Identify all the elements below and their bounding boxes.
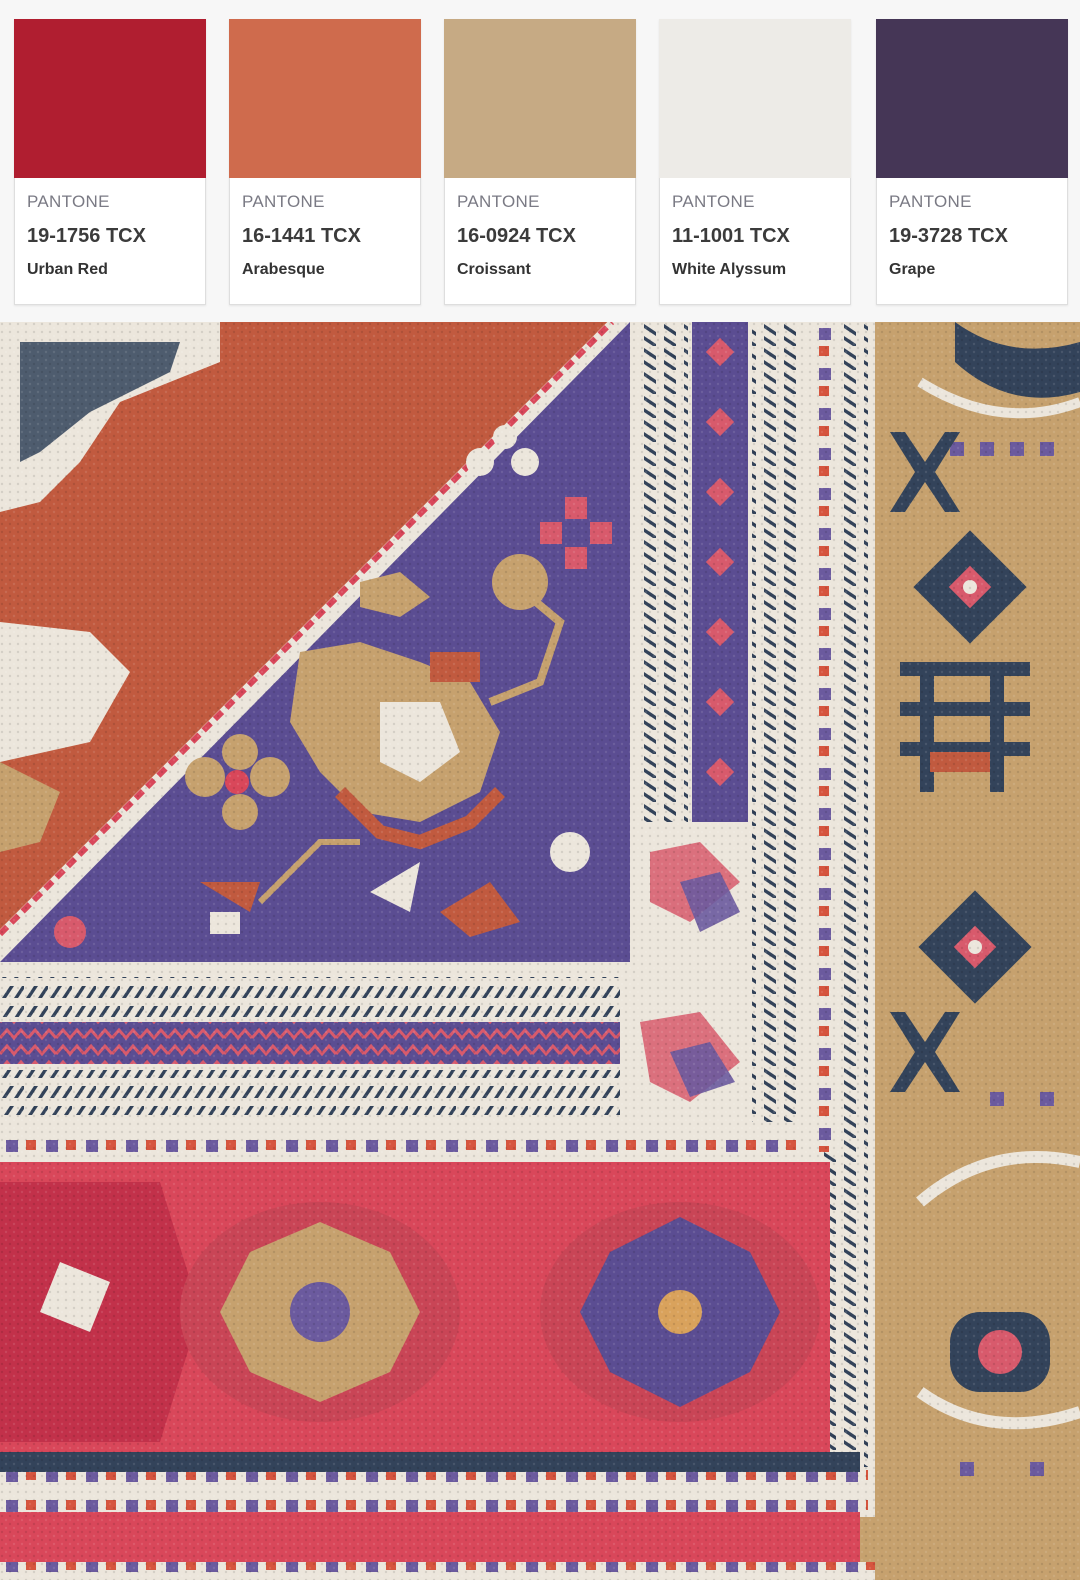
color-chip xyxy=(659,19,851,178)
swatch-name: Grape xyxy=(889,261,936,278)
swatch-brand: PANTONE xyxy=(672,192,755,211)
swatch-name: Arabesque xyxy=(242,261,325,278)
palette-page: PANTONE 19-1756 TCX Urban Red PANTONE 16… xyxy=(0,0,1080,1580)
color-chip xyxy=(14,19,206,178)
swatch-card-white-alyssum[interactable]: PANTONE 11-1001 TCX White Alyssum xyxy=(659,19,851,305)
swatch-row: PANTONE 19-1756 TCX Urban Red PANTONE 16… xyxy=(14,19,1068,305)
swatch-name: Urban Red xyxy=(27,261,108,278)
swatch-name: Croissant xyxy=(457,261,531,278)
swatch-card-croissant[interactable]: PANTONE 16-0924 TCX Croissant xyxy=(444,19,636,305)
swatch-brand: PANTONE xyxy=(27,192,110,211)
color-chip xyxy=(444,19,636,178)
rug-photo xyxy=(0,322,1080,1580)
swatch-card-urban-red[interactable]: PANTONE 19-1756 TCX Urban Red xyxy=(14,19,206,305)
swatch-code: 19-1756 TCX xyxy=(27,225,146,247)
color-chip xyxy=(229,19,421,178)
swatch-brand: PANTONE xyxy=(889,192,972,211)
swatch-code: 11-1001 TCX xyxy=(672,225,790,247)
swatch-brand: PANTONE xyxy=(242,192,325,211)
rug-photo-illustration xyxy=(0,322,1080,1580)
swatch-card-grape[interactable]: PANTONE 19-3728 TCX Grape xyxy=(876,19,1068,305)
swatch-brand: PANTONE xyxy=(457,192,540,211)
swatch-name: White Alyssum xyxy=(672,261,787,278)
color-chip xyxy=(876,19,1068,178)
swatch-card-arabesque[interactable]: PANTONE 16-1441 TCX Arabesque xyxy=(229,19,421,305)
swatch-code: 16-0924 TCX xyxy=(457,225,576,247)
swatch-code: 16-1441 TCX xyxy=(242,225,361,247)
swatch-code: 19-3728 TCX xyxy=(889,225,1008,247)
